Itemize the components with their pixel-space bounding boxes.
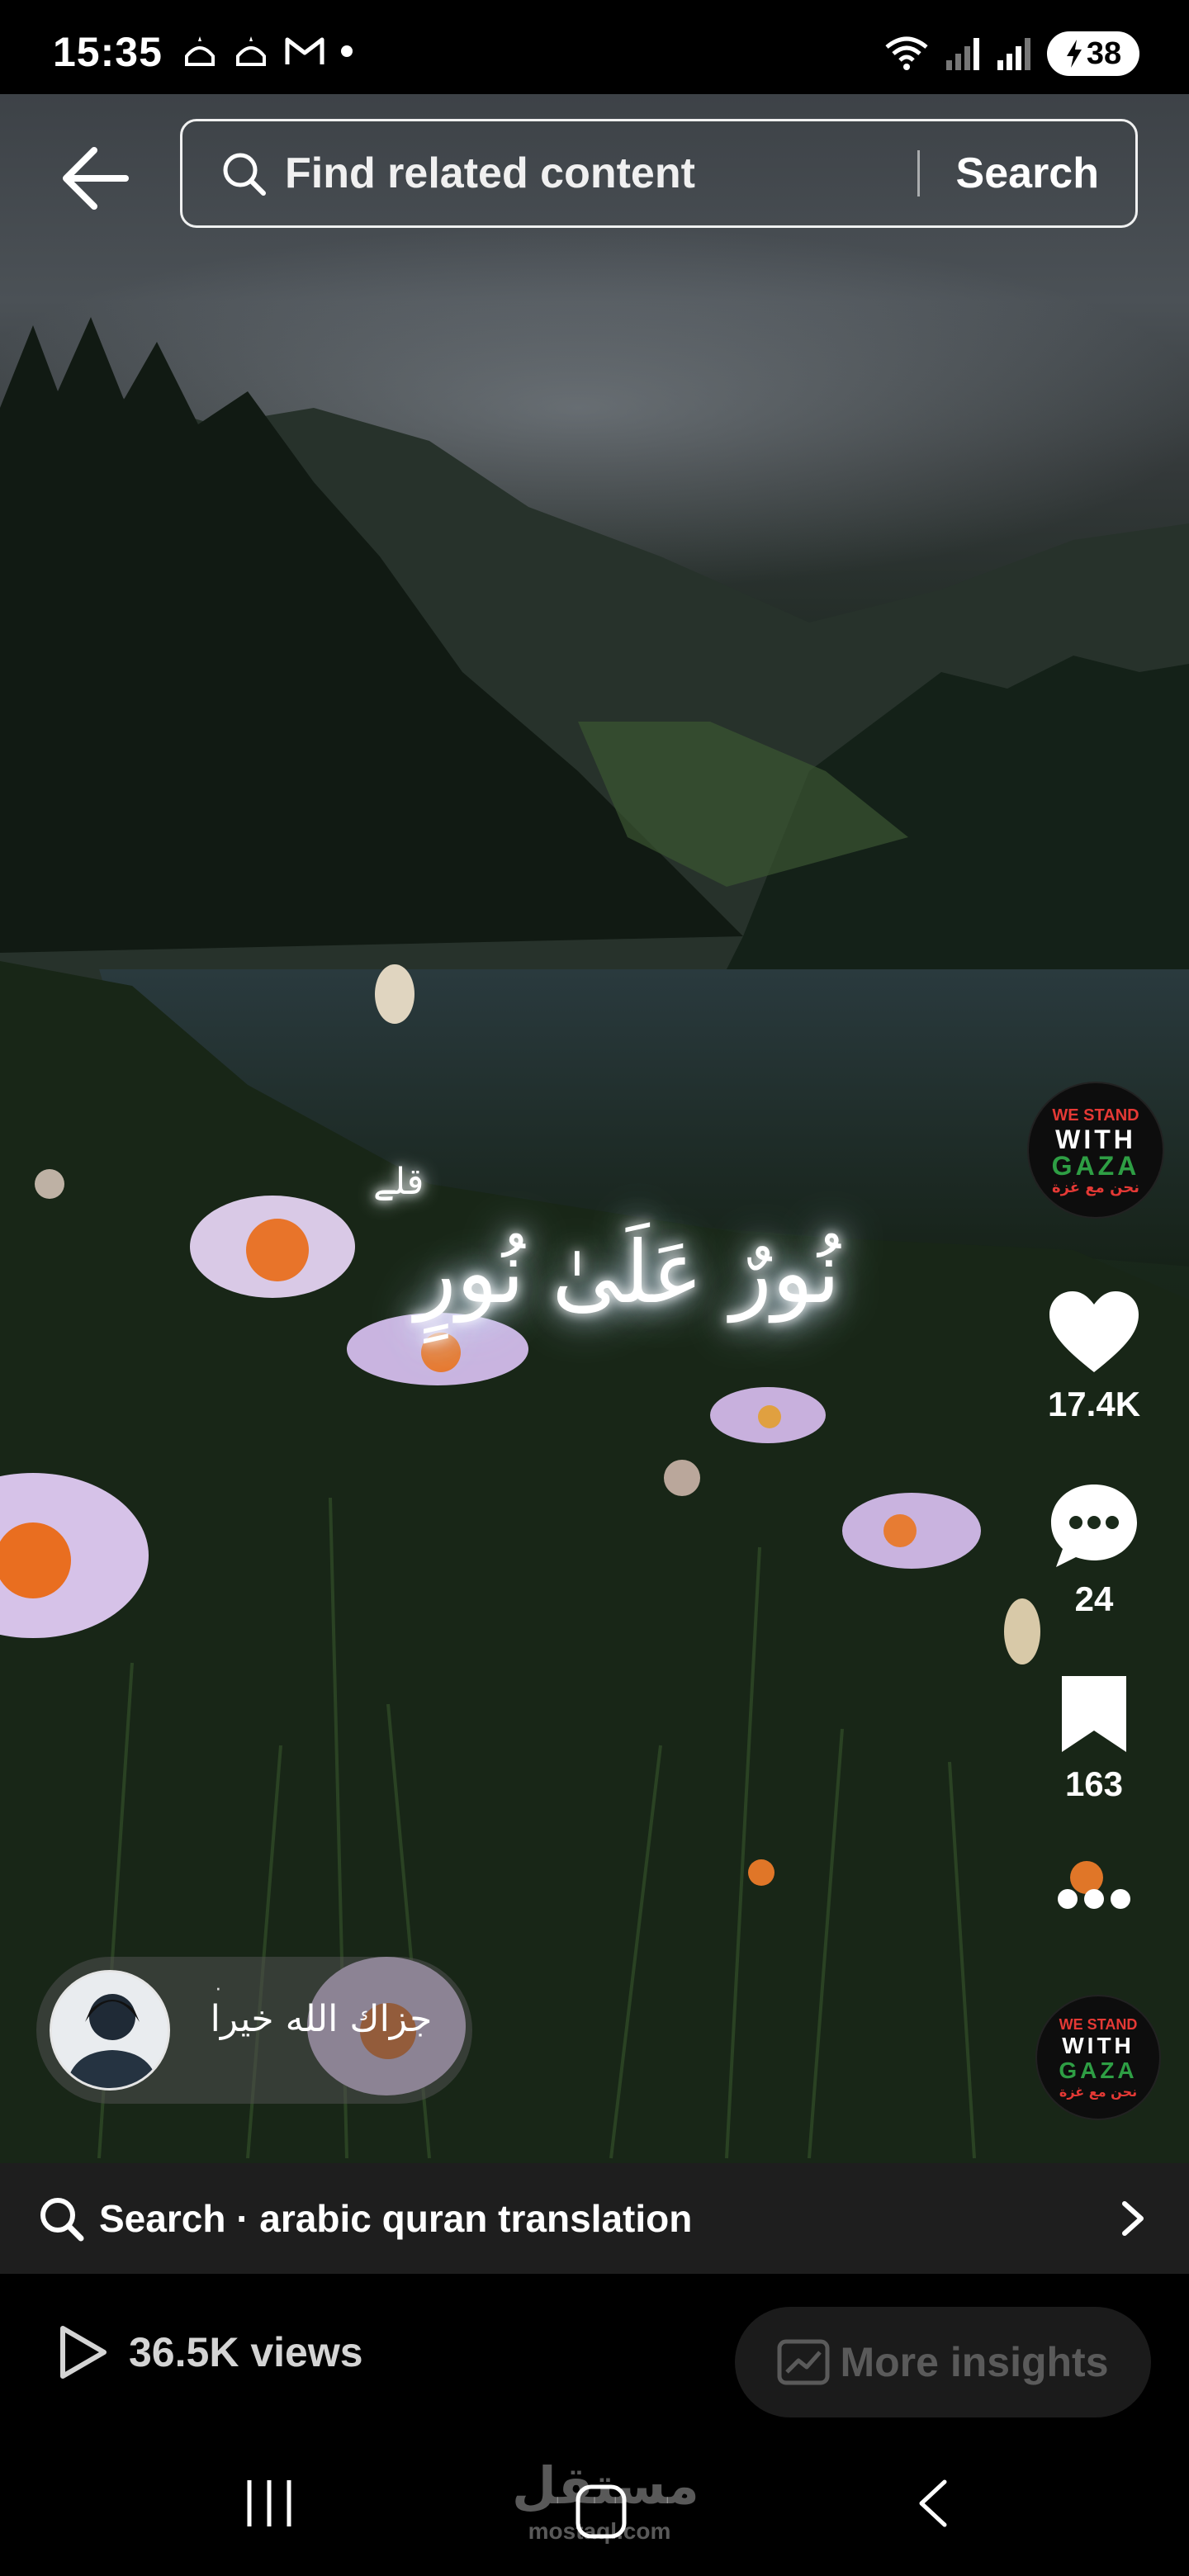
daisy-flower	[347, 1313, 528, 1385]
comment-count: 24	[1074, 1579, 1114, 1618]
comment-text: جزاك الله خيرا	[210, 1998, 433, 2040]
comment-dot: ·	[215, 1975, 222, 2000]
search-suggestion-bar[interactable]: Search · arabic quran translation	[0, 2163, 1189, 2274]
search-suggestion-text: Search · arabic quran translation	[99, 2197, 693, 2240]
gmail-icon	[285, 37, 324, 64]
badge-line-4: نحن مع غزة	[1051, 1179, 1140, 1196]
daisy-flower	[190, 1196, 355, 1298]
verse-text: نُورٌ عَلَىٰ نُورٍ	[414, 1222, 841, 1323]
more-insights-button[interactable]: More insights	[735, 2307, 1151, 2417]
creator-avatar[interactable]: WE STAND WITH GAZA نحن مع غزة	[1027, 1082, 1164, 1219]
signal-icon	[997, 38, 1030, 70]
commenter-avatar-image	[52, 1972, 168, 2088]
video-footer: 36.5K views More insights	[0, 2274, 1189, 2439]
mosque-icon	[185, 36, 215, 66]
badge-line-3: GAZA	[1051, 1151, 1140, 1181]
signal-icon	[946, 38, 979, 70]
status-bar: 15:35 38	[0, 0, 1189, 94]
chevron-right-icon	[1122, 2201, 1144, 2236]
system-navigation-bar: مستقل mostaql.com	[0, 2439, 1189, 2576]
sound-badge-line-4: نحن مع غزة	[1059, 2084, 1138, 2100]
save-button[interactable]: 163	[1024, 1673, 1164, 1804]
views-counter: 36.5K views	[56, 2323, 363, 2381]
like-button[interactable]: 17.4K	[1024, 1290, 1164, 1424]
nav-back-icon[interactable]	[913, 2477, 953, 2530]
related-search-bar[interactable]: Find related content Search	[180, 119, 1138, 228]
battery-charging-icon	[1066, 40, 1082, 68]
daisy-flower	[842, 1493, 981, 1569]
dot-icon	[341, 45, 353, 57]
search-icon	[223, 153, 266, 196]
like-count: 17.4K	[1047, 1385, 1141, 1423]
video-player[interactable]: قلے نُورٌ عَلَىٰ نُورٍ WE STAND WITH GAZ…	[0, 94, 1189, 2163]
more-dots-icon	[1058, 1889, 1130, 1909]
battery-indicator: 38	[1047, 31, 1139, 76]
verse-waqf-mark: قلے	[373, 1161, 424, 1203]
battery-level: 38	[1086, 36, 1122, 71]
system-icons: 38	[883, 31, 1139, 76]
search-icon	[40, 2198, 84, 2242]
search-input[interactable]: Find related content	[285, 149, 917, 198]
comment-preview[interactable]: · جزاك الله خيرا	[36, 1957, 472, 2104]
mosque-icon	[236, 36, 266, 66]
sound-disc[interactable]: WE STAND WITH GAZA نحن مع غزة	[1035, 1995, 1161, 2120]
more-options-button[interactable]	[1024, 1882, 1164, 1932]
back-button[interactable]	[59, 145, 132, 211]
wifi-icon	[885, 36, 928, 70]
play-icon	[60, 2326, 107, 2379]
recents-icon[interactable]	[244, 2477, 294, 2530]
home-icon[interactable]	[552, 2470, 651, 2553]
status-time: 15:35	[53, 29, 163, 75]
back-arrow-icon	[63, 147, 129, 210]
sound-badge-line-3: GAZA	[1059, 2057, 1138, 2083]
sound-badge-line-2: WITH	[1062, 2033, 1135, 2058]
comment-button[interactable]: 24	[1024, 1481, 1164, 1619]
badge-line-1: WE STAND	[1052, 1106, 1139, 1125]
save-count: 163	[1064, 1764, 1124, 1803]
commenter-avatar[interactable]	[50, 1970, 170, 2091]
comment-bubble-icon	[1051, 1485, 1137, 1567]
views-text: 36.5K views	[129, 2329, 363, 2375]
notification-icons	[182, 33, 353, 69]
bookmark-icon	[1062, 1676, 1126, 1752]
sound-badge-line-1: WE STAND	[1059, 2016, 1138, 2033]
daisy-flower	[710, 1387, 826, 1443]
search-button[interactable]: Search	[920, 149, 1135, 198]
insights-chart-icon	[777, 2339, 830, 2385]
more-insights-label: More insights	[840, 2339, 1109, 2385]
heart-icon	[1049, 1291, 1139, 1372]
video-scene	[0, 226, 1189, 2163]
